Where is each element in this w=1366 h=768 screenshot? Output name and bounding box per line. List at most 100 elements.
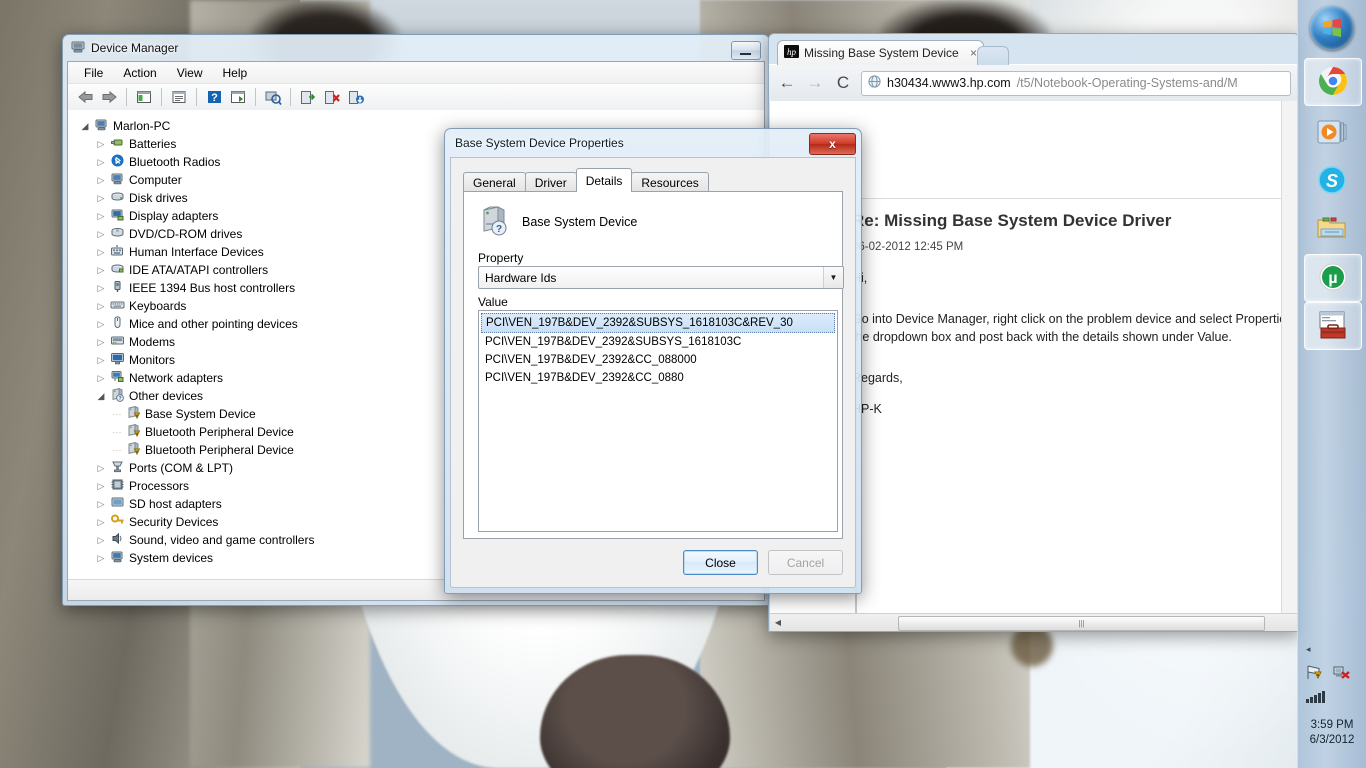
- value-list-item[interactable]: PCI\VEN_197B&DEV_2392&SUBSYS_1618103C&RE…: [481, 313, 835, 333]
- expand-arrow-right-icon[interactable]: ▷: [94, 481, 108, 492]
- tree-node-label: Batteries: [129, 137, 177, 151]
- properties-icon[interactable]: [168, 86, 190, 108]
- add-legacy-hardware-icon[interactable]: [297, 86, 319, 108]
- forward-button[interactable]: →: [805, 73, 825, 93]
- media-player-taskbar-item[interactable]: [1304, 110, 1360, 156]
- close-dialog-button[interactable]: Close: [683, 550, 758, 575]
- expand-arrow-down-icon[interactable]: ◢: [78, 121, 92, 132]
- expand-arrow-right-icon[interactable]: ▷: [94, 517, 108, 528]
- show-hidden-icons-button[interactable]: ◂: [1306, 644, 1311, 655]
- computer-icon: [110, 171, 125, 189]
- sound-controller-icon: [110, 531, 125, 549]
- value-list-item[interactable]: PCI\VEN_197B&DEV_2392&CC_0880: [479, 369, 837, 387]
- base-system-device-properties-dialog[interactable]: Base System Device Properties x General …: [444, 128, 862, 594]
- dialog-tabstrip[interactable]: General Driver Details Resources: [463, 168, 843, 192]
- uninstall-device-icon[interactable]: [321, 86, 343, 108]
- hid-icon: [110, 243, 125, 261]
- computer-icon: [94, 117, 109, 135]
- dvd-drive-icon: [110, 225, 125, 243]
- skype-icon: S: [1317, 165, 1347, 198]
- dialog-button-row[interactable]: Close Cancel: [683, 550, 843, 575]
- expand-arrow-right-icon[interactable]: ▷: [94, 247, 108, 258]
- start-orb-icon[interactable]: [1310, 6, 1354, 50]
- tab-driver[interactable]: Driver: [524, 172, 577, 192]
- expand-arrow-right-icon[interactable]: ▷: [94, 211, 108, 222]
- toolbar[interactable]: ?: [68, 84, 764, 111]
- back-button[interactable]: ←: [777, 73, 797, 93]
- menu-action[interactable]: Action: [113, 64, 166, 82]
- clock[interactable]: 3:59 PM 6/3/2012: [1298, 718, 1366, 748]
- value-list-item[interactable]: PCI\VEN_197B&DEV_2392&SUBSYS_1618103C: [479, 333, 837, 351]
- reload-button[interactable]: C: [833, 73, 853, 93]
- forward-arrow-icon[interactable]: [98, 86, 120, 108]
- tab-resources[interactable]: Resources: [631, 172, 709, 192]
- network-disconnected-icon[interactable]: [1332, 664, 1350, 684]
- expand-arrow-right-icon[interactable]: ▷: [94, 139, 108, 150]
- chrome-toolbar[interactable]: ← → C h30434.www3.hp.com/t5/Notebook-Ope…: [769, 64, 1299, 101]
- chrome-tabstrip[interactable]: hp Missing Base System Device ×: [769, 34, 1299, 65]
- expand-arrow-down-icon[interactable]: ◢: [94, 391, 108, 402]
- system-tray[interactable]: ◂ 3:59 PM 6/3/2012: [1298, 638, 1366, 768]
- help-icon[interactable]: ?: [203, 86, 225, 108]
- expand-arrow-right-icon[interactable]: ▷: [94, 553, 108, 564]
- expand-arrow-right-icon[interactable]: ▷: [94, 265, 108, 276]
- update-driver-icon[interactable]: [227, 86, 249, 108]
- tree-node-label: Bluetooth Peripheral Device: [145, 443, 294, 457]
- action-center-warning-icon[interactable]: [1306, 664, 1324, 684]
- signal-strength-icon[interactable]: [1306, 690, 1325, 703]
- post-title: Re: Missing Base System Device Driver: [852, 211, 1172, 230]
- value-list-item[interactable]: PCI\VEN_197B&DEV_2392&CC_088000: [479, 351, 837, 369]
- expand-arrow-right-icon[interactable]: ▷: [94, 355, 108, 366]
- expand-arrow-right-icon[interactable]: ▷: [94, 373, 108, 384]
- dialog-titlebar[interactable]: Base System Device Properties x: [445, 129, 861, 157]
- skype-taskbar-item[interactable]: S: [1304, 158, 1360, 204]
- tree-node-label: SD host adapters: [129, 497, 222, 511]
- page-vertical-scrollbar[interactable]: [1281, 101, 1298, 614]
- expand-arrow-right-icon[interactable]: ▷: [94, 175, 108, 186]
- expand-arrow-right-icon[interactable]: ▷: [94, 319, 108, 330]
- browser-tab[interactable]: hp Missing Base System Device ×: [777, 40, 984, 65]
- minimize-button[interactable]: [731, 41, 761, 60]
- show-hide-console-tree-icon[interactable]: [133, 86, 155, 108]
- expand-arrow-right-icon[interactable]: ▷: [94, 301, 108, 312]
- expand-arrow-right-icon[interactable]: ▷: [94, 229, 108, 240]
- address-bar[interactable]: h30434.www3.hp.com/t5/Notebook-Operating…: [861, 70, 1291, 96]
- disable-device-icon[interactable]: [345, 86, 367, 108]
- tab-details[interactable]: Details: [575, 168, 633, 192]
- page-horizontal-scrollbar[interactable]: ◀ |||: [770, 613, 1298, 631]
- tab-general[interactable]: General: [463, 172, 526, 192]
- tree-node-label: Display adapters: [129, 209, 219, 223]
- chevron-down-icon[interactable]: ▼: [823, 267, 843, 288]
- property-dropdown[interactable]: Hardware Ids ▼: [478, 266, 844, 289]
- expand-arrow-right-icon[interactable]: ▷: [94, 499, 108, 510]
- scan-for-hardware-changes-icon[interactable]: [262, 86, 284, 108]
- expand-arrow-right-icon[interactable]: ▷: [94, 193, 108, 204]
- close-button[interactable]: x: [809, 133, 856, 155]
- menu-help[interactable]: Help: [213, 64, 258, 82]
- menu-bar[interactable]: File Action View Help: [68, 62, 764, 84]
- scroll-left-arrow-icon[interactable]: ◀: [770, 618, 786, 627]
- back-arrow-icon[interactable]: [74, 86, 96, 108]
- modem-icon: [110, 333, 125, 351]
- expand-arrow-right-icon[interactable]: ▷: [94, 535, 108, 546]
- device-manager-taskbar-item[interactable]: [1304, 302, 1362, 350]
- menu-view[interactable]: View: [167, 64, 213, 82]
- utorrent-taskbar-item[interactable]: µ: [1304, 254, 1362, 302]
- expand-arrow-right-icon[interactable]: ▷: [94, 337, 108, 348]
- expand-arrow-right-icon[interactable]: ▷: [94, 157, 108, 168]
- explorer-taskbar-item[interactable]: [1304, 206, 1360, 252]
- tray-icon-row[interactable]: [1306, 664, 1350, 684]
- taskbar[interactable]: S µ ◂ 3:59 PM 6/3/2012: [1297, 0, 1366, 768]
- device-manager-titlebar[interactable]: Device Manager: [63, 35, 769, 61]
- expand-arrow-right-icon[interactable]: ▷: [94, 283, 108, 294]
- battery-icon: [110, 135, 125, 153]
- svg-text:S: S: [1326, 171, 1338, 191]
- expand-arrow-right-icon[interactable]: ▷: [94, 463, 108, 474]
- new-tab-button[interactable]: [977, 46, 1009, 65]
- horizontal-scroll-thumb[interactable]: |||: [898, 616, 1265, 631]
- value-list[interactable]: PCI\VEN_197B&DEV_2392&SUBSYS_1618103C&RE…: [478, 310, 838, 532]
- menu-file[interactable]: File: [74, 64, 113, 82]
- bluetooth-icon: [110, 153, 125, 171]
- chrome-taskbar-item[interactable]: [1304, 58, 1362, 106]
- property-dropdown-value: Hardware Ids: [485, 270, 557, 285]
